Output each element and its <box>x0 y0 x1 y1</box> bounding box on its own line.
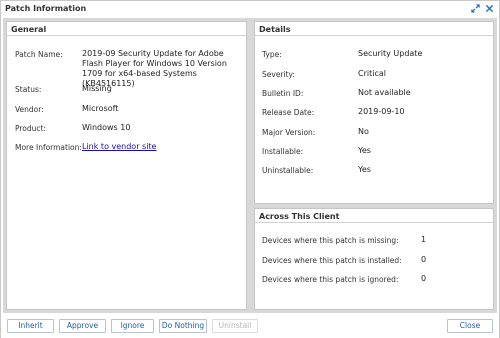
dialog-title: Patch Information <box>5 4 87 13</box>
installed-devices-label: Devices where this patch is installed: <box>262 256 402 265</box>
across-this-client-panel: Across This Client Devices where this pa… <box>254 208 494 310</box>
inherit-button[interactable]: Inherit <box>7 319 54 333</box>
type-label: Type: <box>262 50 282 59</box>
expand-icon[interactable] <box>469 2 481 14</box>
general-panel: General Patch Name: 2019-09 Security Upd… <box>6 21 247 310</box>
approve-button[interactable]: Approve <box>59 319 106 333</box>
ignored-devices-count: 0 <box>421 274 427 283</box>
patch-name-value: 2019-09 Security Update for Adobe Flash … <box>82 49 227 88</box>
major-version-value: No <box>358 127 369 136</box>
release-date-label: Release Date: <box>262 108 315 117</box>
button-bar: Inherit Approve Ignore Do Nothing Uninst… <box>1 314 499 338</box>
major-version-label: Major Version: <box>262 128 316 137</box>
close-icon[interactable] <box>483 2 495 14</box>
uninstallable-label: Uninstallable: <box>262 166 314 175</box>
installed-devices-count: 0 <box>421 255 427 264</box>
vendor-site-link[interactable]: Link to vendor site <box>82 142 156 151</box>
vendor-label: Vendor: <box>15 105 44 114</box>
severity-value: Critical <box>358 69 386 78</box>
close-button[interactable]: Close <box>447 319 493 333</box>
title-icons <box>469 2 495 14</box>
status-value: Missing <box>82 84 112 93</box>
ignored-devices-label: Devices where this patch is ignored: <box>262 275 399 284</box>
title-bar: Patch Information <box>1 1 499 17</box>
type-value: Security Update <box>358 49 423 58</box>
release-date-value: 2019-09-10 <box>358 107 405 116</box>
missing-devices-label: Devices where this patch is missing: <box>262 236 399 245</box>
bulletin-id-value: Not available <box>358 88 411 97</box>
general-header: General <box>7 22 246 36</box>
ignore-button[interactable]: Ignore <box>111 319 154 333</box>
more-information-label: More Information: <box>15 143 82 152</box>
uninstall-button: Uninstall <box>212 319 258 333</box>
client-header: Across This Client <box>255 209 493 223</box>
vendor-value: Microsoft <box>82 104 119 113</box>
bulletin-id-label: Bulletin ID: <box>262 89 304 98</box>
details-header: Details <box>255 22 493 36</box>
content-area: General Patch Name: 2019-09 Security Upd… <box>3 18 497 313</box>
installable-value: Yes <box>358 146 371 155</box>
uninstallable-value: Yes <box>358 165 371 174</box>
do-nothing-button[interactable]: Do Nothing <box>159 319 207 333</box>
product-value: Windows 10 <box>82 123 131 132</box>
patch-name-label: Patch Name: <box>15 50 63 59</box>
status-label: Status: <box>15 85 42 94</box>
missing-devices-count: 1 <box>421 235 427 244</box>
product-label: Product: <box>15 124 47 133</box>
installable-label: Installable: <box>262 147 304 156</box>
severity-label: Severity: <box>262 70 295 79</box>
patch-information-dialog: Patch Information General Patch Name: 20… <box>0 0 500 338</box>
details-panel: Details Type: Security Update Severity: … <box>254 21 494 204</box>
